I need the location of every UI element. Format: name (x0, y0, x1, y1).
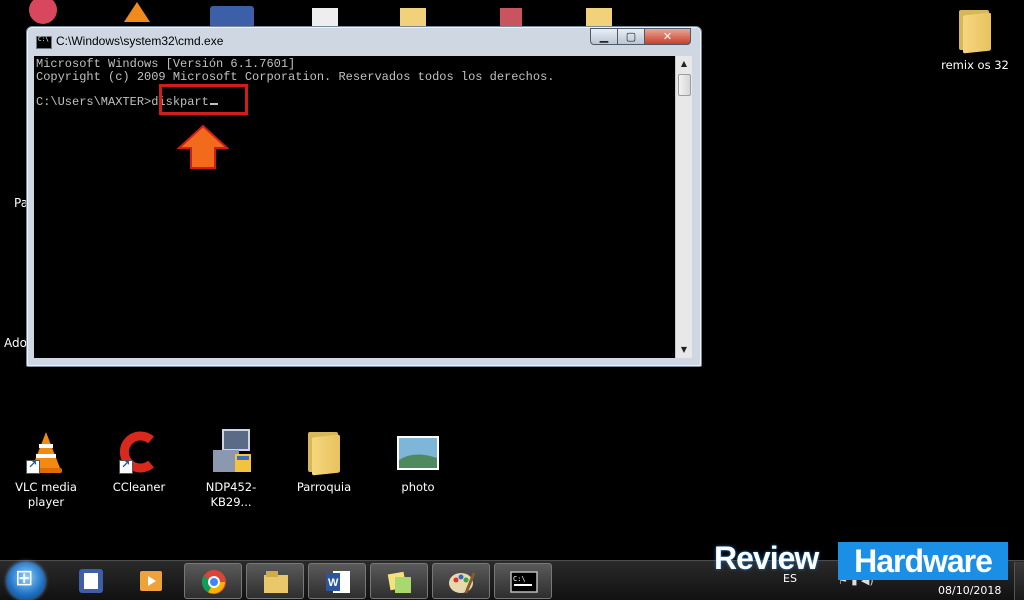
desktop-icon-ccleaner[interactable]: CCleaner (101, 428, 177, 495)
folder-icon (300, 428, 348, 476)
watermark-hardware: Hardware (838, 542, 1008, 580)
maximize-button[interactable]: ▢ (617, 28, 645, 45)
paint-icon (449, 572, 476, 594)
cmd-icon[interactable] (36, 36, 52, 49)
word-icon: W (326, 571, 350, 593)
desktop-icon-remix-os[interactable]: remix os 32 (937, 6, 1013, 73)
desktop-icon-label: remix os 32 (941, 58, 1009, 72)
console-line: Copyright (c) 2009 Microsoft Corporation… (36, 69, 555, 84)
command-highlight-box (159, 84, 248, 115)
desktop-icon-ndp-installer[interactable]: NDP452-KB29... (193, 428, 269, 510)
svg-text:C:\: C:\ (513, 575, 526, 583)
vlc-icon (22, 428, 70, 476)
console-prompt-line: C:\Users\MAXTER>diskpart (36, 94, 675, 109)
taskbar-desktop-app[interactable] (62, 563, 120, 599)
console-line: Microsoft Windows [Versión 6.1.7601] (36, 57, 296, 71)
svg-text:W: W (328, 577, 339, 589)
desktop-icon-label: photo (401, 480, 435, 494)
folder-icon (951, 6, 999, 54)
taskbar-paint[interactable] (432, 563, 490, 599)
ccleaner-icon (115, 428, 163, 476)
pointer-arrow-icon (176, 124, 230, 170)
clock-date[interactable]: 08/10/2018 (938, 584, 1001, 597)
scroll-up-arrow-icon[interactable]: ▲ (676, 56, 692, 72)
scroll-down-arrow-icon[interactable]: ▼ (676, 342, 692, 358)
desktop-icon-label: Parroquia (296, 480, 352, 494)
vertical-scrollbar[interactable]: ▲ ▼ (675, 56, 692, 358)
desktop-icon-photo[interactable]: photo (380, 428, 456, 495)
taskbar-chrome[interactable] (184, 563, 242, 599)
console-prompt: C:\Users\MAXTER> (36, 94, 152, 109)
watermark-review: Review (714, 540, 819, 576)
taskbar-file-explorer[interactable] (246, 563, 304, 599)
desktop-icon-label: CCleaner (112, 480, 166, 494)
installer-icon (207, 428, 255, 476)
taskbar-cmd[interactable]: C:\ (494, 563, 552, 599)
partial-desktop-label: Ado (4, 336, 27, 350)
minimize-button[interactable]: ▁ (590, 28, 618, 45)
window-title: C:\Windows\system32\cmd.exe (56, 34, 224, 48)
desktop-icon-label: VLC media player (15, 480, 77, 509)
desktop-icon-label: NDP452-KB29... (205, 480, 257, 509)
show-desktop-button[interactable] (1014, 562, 1024, 600)
shortcut-arrow-icon (119, 458, 133, 474)
taskbar-sticky-notes[interactable] (370, 563, 428, 599)
desktop-icon-vlc[interactable]: VLC media player (8, 428, 84, 510)
taskbar-word[interactable]: W (308, 563, 366, 599)
shortcut-arrow-icon (26, 458, 40, 474)
taskbar-media-player[interactable] (122, 563, 180, 599)
close-button[interactable]: ✕ (644, 28, 691, 45)
chrome-icon (201, 570, 226, 594)
photo-icon (394, 428, 442, 476)
windows-logo-icon[interactable] (7, 562, 45, 600)
desktop-icon-parroquia[interactable]: Parroquia (286, 428, 362, 495)
window-titlebar[interactable]: C:\Windows\system32\cmd.exe ▁ ▢ ✕ (27, 27, 701, 55)
scroll-thumb[interactable] (678, 74, 691, 96)
cmd-window[interactable]: C:\Windows\system32\cmd.exe ▁ ▢ ✕ Micros… (26, 26, 702, 367)
console-output[interactable]: Microsoft Windows [Versión 6.1.7601] Copy… (34, 56, 675, 358)
